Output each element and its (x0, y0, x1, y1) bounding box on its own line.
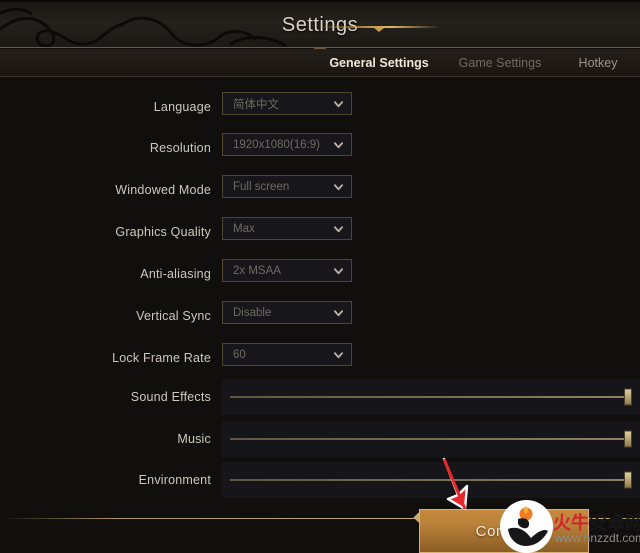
chevron-down-icon (333, 267, 344, 274)
label-vertical-sync: Vertical Sync (136, 309, 211, 323)
dropdown-anti-aliasing-value: 2x MSAA (233, 264, 281, 277)
dropdown-resolution-value: 1920x1080(16:9) (233, 138, 320, 151)
slider-handle[interactable] (624, 430, 632, 448)
row-graphics-quality: Graphics Quality Max (0, 217, 640, 247)
tab-game-settings[interactable]: Game Settings (448, 49, 552, 77)
slider-track (230, 438, 632, 440)
label-resolution: Resolution (149, 141, 211, 155)
chevron-down-icon (333, 100, 344, 107)
slider-music[interactable] (222, 421, 640, 457)
active-tab-arrow-icon (374, 28, 384, 32)
tab-hotkey[interactable]: Hotkey (556, 49, 640, 77)
row-anti-aliasing: Anti-aliasing 2x MSAA (0, 259, 640, 289)
slider-handle[interactable] (624, 471, 632, 489)
label-lock-frame-rate: Lock Frame Rate (112, 351, 211, 365)
tab-general-settings[interactable]: General Settings (310, 49, 448, 77)
chevron-down-icon (333, 351, 344, 358)
dropdown-vertical-sync-value: Disable (233, 306, 272, 319)
dropdown-resolution[interactable]: 1920x1080(16:9) (222, 133, 352, 156)
slider-handle[interactable] (624, 388, 632, 406)
label-graphics-quality: Graphics Quality (115, 225, 211, 239)
dropdown-graphics-quality[interactable]: Max (222, 217, 352, 240)
row-vertical-sync: Vertical Sync Disable (0, 301, 640, 331)
chevron-down-icon (333, 309, 344, 316)
dropdown-language[interactable]: 简体中文 (222, 92, 352, 115)
row-language: Language 简体中文 (0, 92, 640, 122)
label-windowed-mode: Windowed Mode (115, 183, 211, 197)
dropdown-anti-aliasing[interactable]: 2x MSAA (222, 259, 352, 282)
row-resolution: Resolution 1920x1080(16:9) (0, 133, 640, 163)
label-environment: Environment (138, 473, 211, 487)
row-lock-frame-rate: Lock Frame Rate 60 (0, 343, 640, 373)
label-sound-effects: Sound Effects (130, 390, 211, 404)
slider-track (230, 479, 632, 481)
label-anti-aliasing: Anti-aliasing (140, 267, 211, 281)
dropdown-lock-frame-rate[interactable]: 60 (222, 343, 352, 366)
dropdown-vertical-sync[interactable]: Disable (222, 301, 352, 324)
row-windowed-mode: Windowed Mode Full screen (0, 175, 640, 205)
chevron-down-icon (333, 225, 344, 232)
label-music: Music (177, 432, 211, 446)
watermark-name-black: 安卓网 (589, 513, 640, 533)
window-header: Settings (0, 0, 640, 48)
slider-environment[interactable] (222, 462, 640, 498)
confirm-button-label: Confirm (475, 522, 533, 540)
dropdown-windowed-mode[interactable]: Full screen (222, 175, 352, 198)
dropdown-language-value: 简体中文 (233, 98, 279, 111)
tab-bar: General Settings Game Settings Hotkey (0, 49, 640, 77)
dropdown-windowed-mode-value: Full screen (233, 180, 290, 193)
slider-track (230, 396, 632, 398)
label-language: Language (153, 100, 211, 114)
confirm-button[interactable]: Confirm (419, 509, 589, 553)
settings-screen: Settings General Settings Game Settings … (0, 0, 640, 553)
dropdown-lock-frame-rate-value: 60 (233, 348, 246, 361)
dropdown-graphics-quality-value: Max (233, 222, 255, 235)
slider-sound-effects[interactable] (222, 379, 640, 415)
chevron-down-icon (333, 141, 344, 148)
chevron-down-icon (333, 183, 344, 190)
